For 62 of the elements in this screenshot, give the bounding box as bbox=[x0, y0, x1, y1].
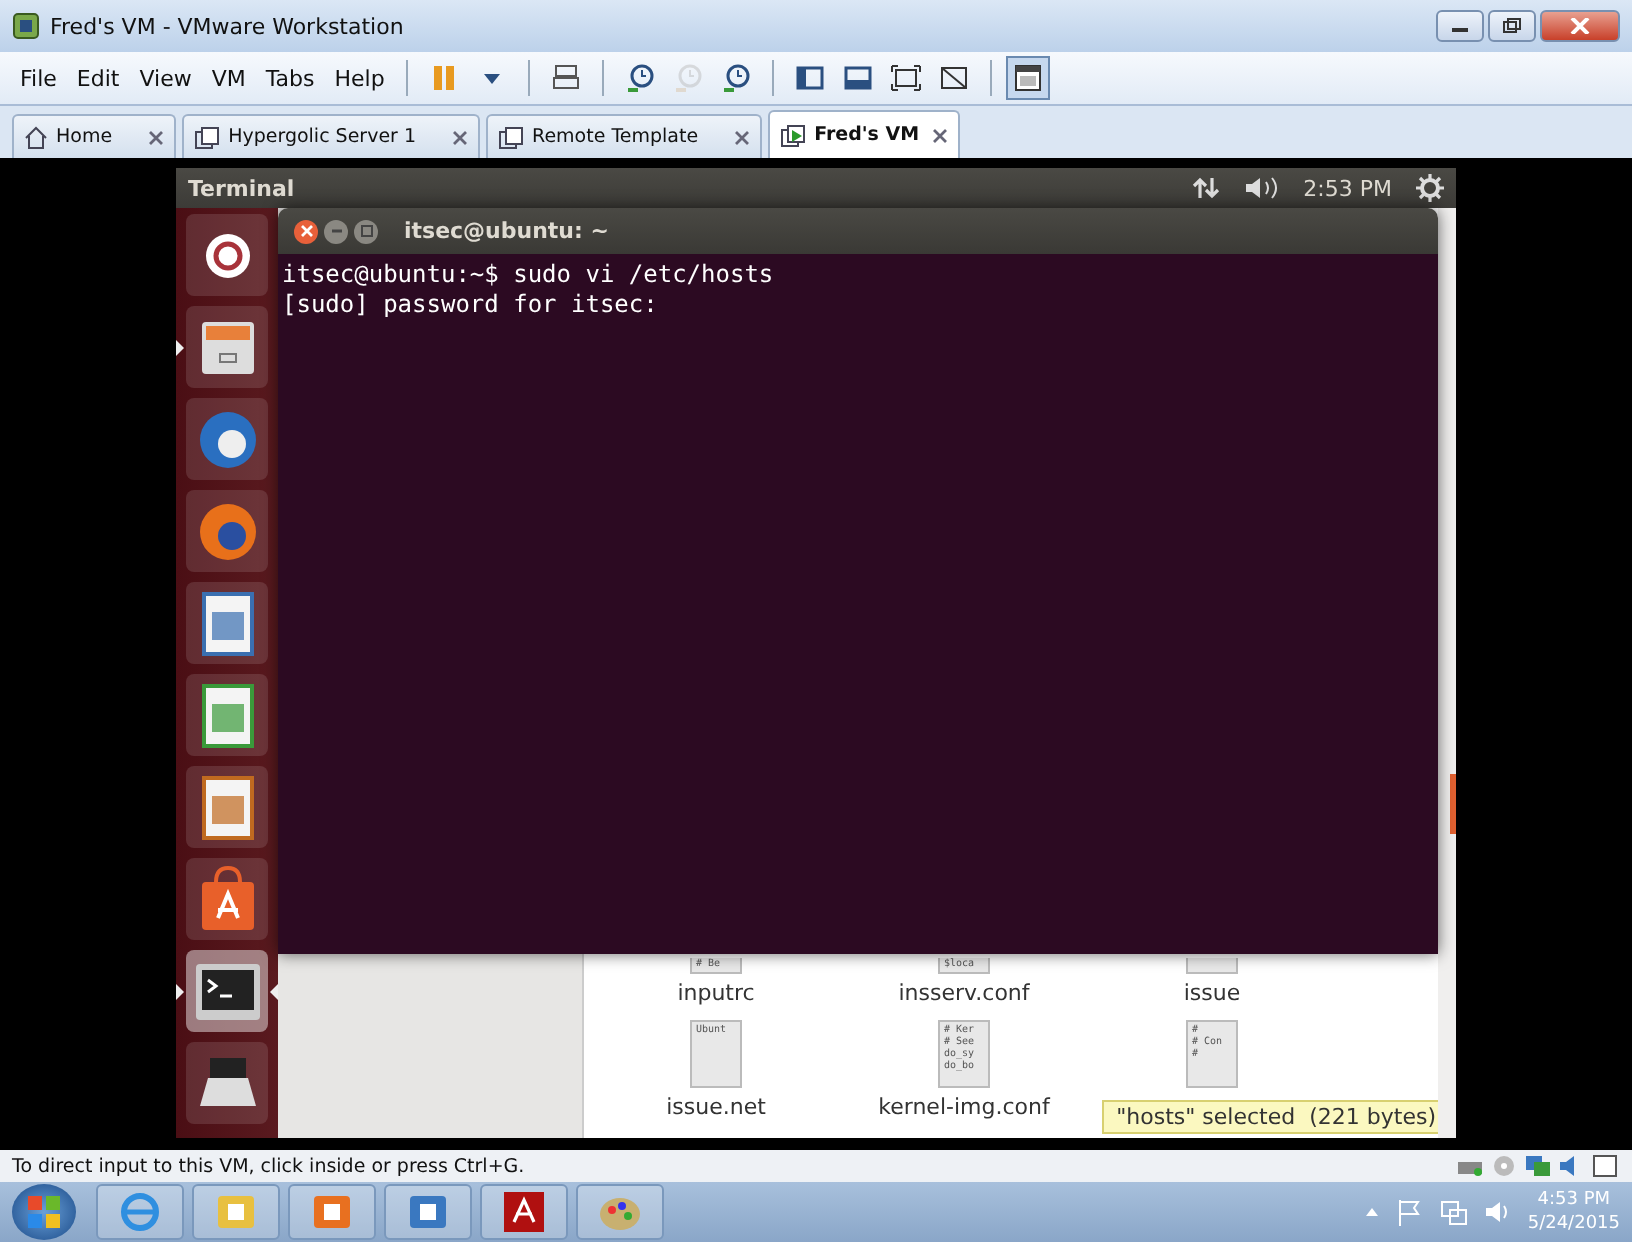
vm-icon bbox=[194, 125, 221, 149]
menu-item[interactable]: Help bbox=[326, 61, 393, 95]
app-icon bbox=[12, 12, 40, 40]
minimize-button[interactable] bbox=[1436, 10, 1484, 42]
menu-item[interactable]: Edit bbox=[68, 61, 128, 95]
scrollbar[interactable] bbox=[1438, 208, 1456, 1138]
menu-item[interactable]: Tabs bbox=[257, 61, 323, 95]
calc-launcher-icon[interactable] bbox=[186, 674, 268, 756]
close-icon bbox=[299, 224, 313, 238]
close-icon bbox=[1570, 18, 1590, 34]
terminal-line: [sudo] password for itsec: bbox=[282, 290, 660, 320]
tab[interactable]: Hypergolic Server 1 bbox=[182, 114, 481, 158]
app-title: Terminal bbox=[188, 175, 295, 201]
tab-close-icon[interactable] bbox=[931, 127, 948, 143]
close-button[interactable] bbox=[294, 219, 318, 243]
volume-icon[interactable] bbox=[1243, 176, 1280, 200]
menu-item[interactable]: File bbox=[12, 61, 65, 95]
vm-icon bbox=[780, 123, 807, 147]
tab-label: Hypergolic Server 1 bbox=[228, 126, 417, 148]
status-text: To direct input to this VM, click inside or press Ctrl+G. bbox=[12, 1155, 525, 1177]
tab-label: Remote Template bbox=[532, 126, 699, 148]
tab[interactable]: Fred's VM bbox=[768, 110, 960, 158]
tab[interactable]: Home bbox=[12, 114, 177, 158]
menu-item[interactable]: VM bbox=[203, 61, 254, 95]
message-icon[interactable] bbox=[1592, 1154, 1620, 1178]
file-name[interactable]: issue.net bbox=[666, 1094, 766, 1126]
file-name[interactable]: inputrc bbox=[677, 980, 755, 1012]
file-thumbnail[interactable] bbox=[1186, 958, 1238, 974]
minimize-icon bbox=[329, 224, 343, 238]
files-launcher-icon[interactable] bbox=[186, 306, 268, 388]
four-squares-icon bbox=[24, 1192, 64, 1232]
restore-button[interactable] bbox=[1488, 10, 1536, 42]
running-indicator bbox=[176, 984, 184, 1000]
impress-launcher-icon[interactable] bbox=[186, 766, 268, 848]
window-title: Fred's VM - VMware Workstation bbox=[50, 13, 404, 39]
tab-label: Home bbox=[56, 126, 113, 148]
store-launcher-icon[interactable] bbox=[186, 858, 268, 940]
maximize-icon bbox=[359, 224, 373, 238]
running-indicator bbox=[176, 340, 184, 356]
maximize-button[interactable] bbox=[354, 219, 378, 243]
settings-icon[interactable] bbox=[1416, 174, 1444, 202]
network-adapter-icon[interactable] bbox=[1524, 1154, 1552, 1178]
writer-launcher-icon[interactable] bbox=[186, 582, 268, 664]
file-name[interactable]: kernel-img.conf bbox=[878, 1094, 1050, 1126]
start-button[interactable] bbox=[12, 1184, 76, 1240]
close-button[interactable] bbox=[1540, 10, 1620, 42]
clock[interactable]: 2:53 PM bbox=[1303, 175, 1392, 201]
home-icon bbox=[24, 125, 48, 149]
tab-close-icon[interactable] bbox=[148, 129, 165, 145]
file-name[interactable]: issue bbox=[1183, 980, 1241, 1012]
network-icon[interactable] bbox=[1191, 176, 1220, 200]
terminal-line: itsec@ubuntu:~$ sudo vi /etc/hosts bbox=[282, 260, 776, 290]
tab-label: Fred's VM bbox=[814, 124, 920, 146]
tab-close-icon[interactable] bbox=[734, 129, 751, 145]
file-name[interactable]: insserv.conf bbox=[898, 980, 1030, 1012]
tab-close-icon[interactable] bbox=[452, 129, 469, 145]
restore-icon bbox=[1502, 18, 1522, 34]
vm-icon bbox=[498, 125, 525, 149]
menu-item[interactable]: View bbox=[131, 61, 200, 95]
terminal-title: itsec@ubuntu: ~ bbox=[404, 218, 609, 244]
terminal-launcher-icon[interactable] bbox=[186, 950, 268, 1032]
tab[interactable]: Remote Template bbox=[486, 114, 763, 158]
